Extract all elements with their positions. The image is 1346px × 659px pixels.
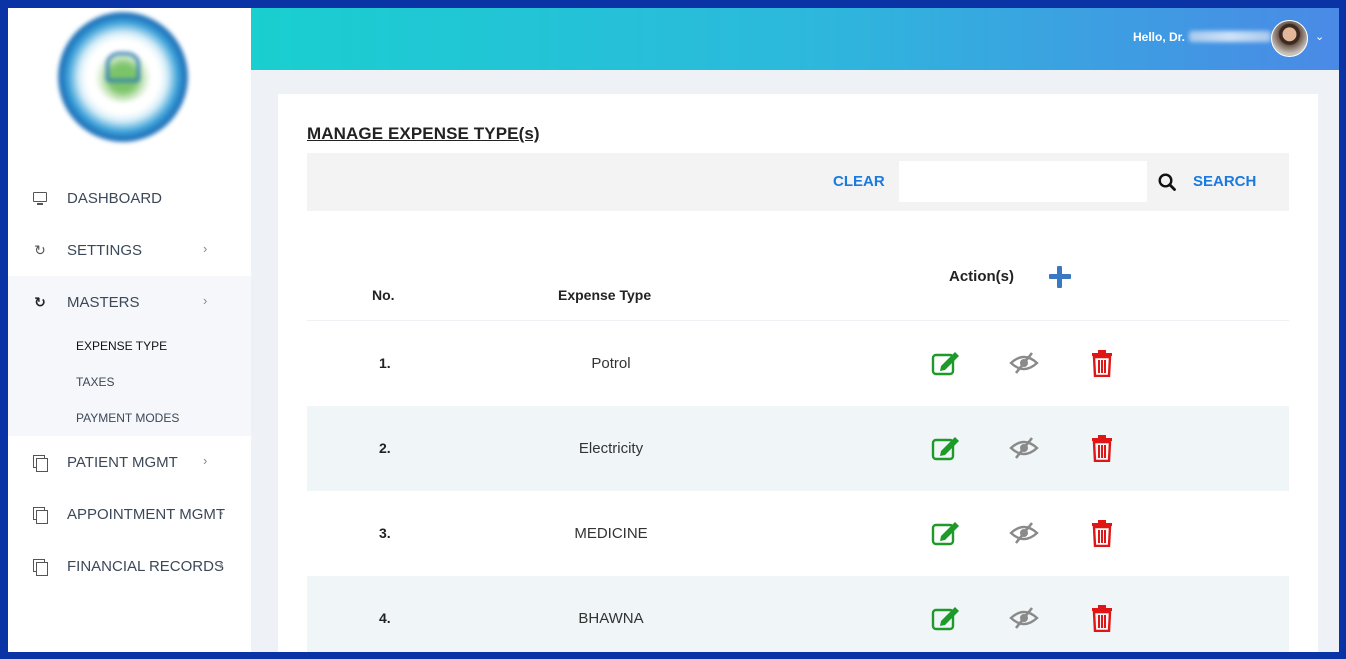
sidebar-subitem-expense-type[interactable]: EXPENSE TYPE bbox=[8, 328, 251, 364]
edit-icon[interactable] bbox=[931, 519, 961, 547]
top-header: Hello, Dr. ⌄ bbox=[251, 8, 1339, 70]
sidebar-subitem-taxes[interactable]: TAXES bbox=[8, 364, 251, 400]
sidebar-item-label: DASHBOARD bbox=[67, 189, 163, 207]
redacted-username bbox=[1189, 31, 1272, 42]
sidebar-item-financial-records[interactable]: FINANCIAL RECORDS › bbox=[8, 540, 251, 592]
expense-type-cell: Potrol bbox=[591, 355, 631, 372]
clinic-logo bbox=[58, 12, 188, 142]
copy-icon bbox=[33, 559, 48, 576]
eye-slash-icon[interactable] bbox=[1009, 519, 1039, 547]
sidebar-nav: DASHBOARD ↻ SETTINGS › ↻ MASTERS › EXPEN… bbox=[8, 172, 251, 592]
sidebar-item-label: APPOINTMENT MGMT bbox=[67, 505, 226, 523]
expense-type-cell: Electricity bbox=[578, 440, 644, 457]
sidebar: DASHBOARD ↻ SETTINGS › ↻ MASTERS › EXPEN… bbox=[8, 8, 251, 652]
edit-icon[interactable] bbox=[931, 604, 961, 632]
trash-icon[interactable] bbox=[1087, 604, 1117, 632]
search-input[interactable] bbox=[899, 161, 1147, 202]
column-header-no: No. bbox=[372, 287, 395, 303]
edit-icon[interactable] bbox=[931, 434, 961, 462]
search-bar: CLEAR SEARCH bbox=[307, 153, 1289, 211]
trash-icon[interactable] bbox=[1087, 349, 1117, 377]
table-row: 3. MEDICINE bbox=[307, 491, 1289, 576]
page-title: MANAGE EXPENSE TYPE(s) bbox=[307, 124, 540, 143]
search-button[interactable]: SEARCH bbox=[1193, 173, 1256, 190]
content-card: MANAGE EXPENSE TYPE(s) CLEAR SEARCH No. … bbox=[278, 94, 1318, 652]
row-number: 1. bbox=[379, 355, 391, 371]
sidebar-item-label: SETTINGS bbox=[67, 241, 143, 259]
sidebar-item-appointment-mgmt[interactable]: APPOINTMENT MGMT › bbox=[8, 488, 251, 540]
masters-group: ↻ MASTERS › EXPENSE TYPE TAXES PAYMENT M… bbox=[8, 276, 251, 436]
sidebar-subitem-payment-modes[interactable]: PAYMENT MODES bbox=[8, 400, 251, 436]
search-icon[interactable] bbox=[1158, 173, 1176, 191]
trash-icon[interactable] bbox=[1087, 434, 1117, 462]
row-number: 2. bbox=[379, 440, 391, 456]
chevron-down-icon[interactable]: ⌄ bbox=[1315, 30, 1324, 43]
edit-icon[interactable] bbox=[931, 349, 961, 377]
table-row: 4. BHAWNA bbox=[307, 576, 1289, 652]
column-header-expense-type: Expense Type bbox=[558, 287, 652, 303]
eye-slash-icon[interactable] bbox=[1009, 604, 1039, 632]
chevron-right-icon: › bbox=[203, 241, 208, 256]
table-row: 2. Electricity bbox=[307, 406, 1289, 491]
user-greeting: Hello, Dr. bbox=[1133, 30, 1272, 44]
clear-button[interactable]: CLEAR bbox=[833, 173, 885, 190]
table-header: No. Expense Type Action(s) bbox=[307, 244, 1289, 321]
sidebar-item-patient-mgmt[interactable]: PATIENT MGMT › bbox=[8, 436, 251, 488]
eye-slash-icon[interactable] bbox=[1009, 434, 1039, 462]
chevron-right-icon: › bbox=[219, 505, 224, 520]
app-window: DASHBOARD ↻ SETTINGS › ↻ MASTERS › EXPEN… bbox=[8, 8, 1339, 652]
chevron-right-icon: › bbox=[219, 557, 224, 572]
sidebar-item-dashboard[interactable]: DASHBOARD bbox=[8, 172, 251, 224]
chevron-right-icon: › bbox=[203, 453, 208, 468]
column-header-actions: Action(s) bbox=[949, 268, 1014, 285]
row-number: 4. bbox=[379, 610, 391, 626]
sidebar-item-masters[interactable]: ↻ MASTERS › bbox=[8, 276, 251, 328]
table-row: 1. Potrol bbox=[307, 321, 1289, 406]
avatar[interactable] bbox=[1271, 20, 1308, 57]
trash-icon[interactable] bbox=[1087, 519, 1117, 547]
expense-type-cell: BHAWNA bbox=[578, 610, 644, 627]
sidebar-item-label: MASTERS bbox=[67, 293, 140, 311]
chevron-right-icon: › bbox=[203, 293, 208, 308]
expense-type-cell: MEDICINE bbox=[574, 525, 648, 542]
monitor-icon bbox=[33, 192, 47, 205]
greeting-text: Hello, Dr. bbox=[1133, 30, 1186, 44]
sidebar-item-label: FINANCIAL RECORDS bbox=[67, 557, 224, 575]
row-number: 3. bbox=[379, 525, 391, 541]
copy-icon bbox=[33, 507, 48, 524]
copy-icon bbox=[33, 455, 48, 472]
refresh-icon: ↻ bbox=[34, 294, 46, 310]
sidebar-item-label: PATIENT MGMT bbox=[67, 453, 178, 471]
plus-icon[interactable] bbox=[1048, 265, 1072, 289]
eye-slash-icon[interactable] bbox=[1009, 349, 1039, 377]
refresh-icon: ↻ bbox=[34, 242, 46, 258]
sidebar-item-settings[interactable]: ↻ SETTINGS › bbox=[8, 224, 251, 276]
